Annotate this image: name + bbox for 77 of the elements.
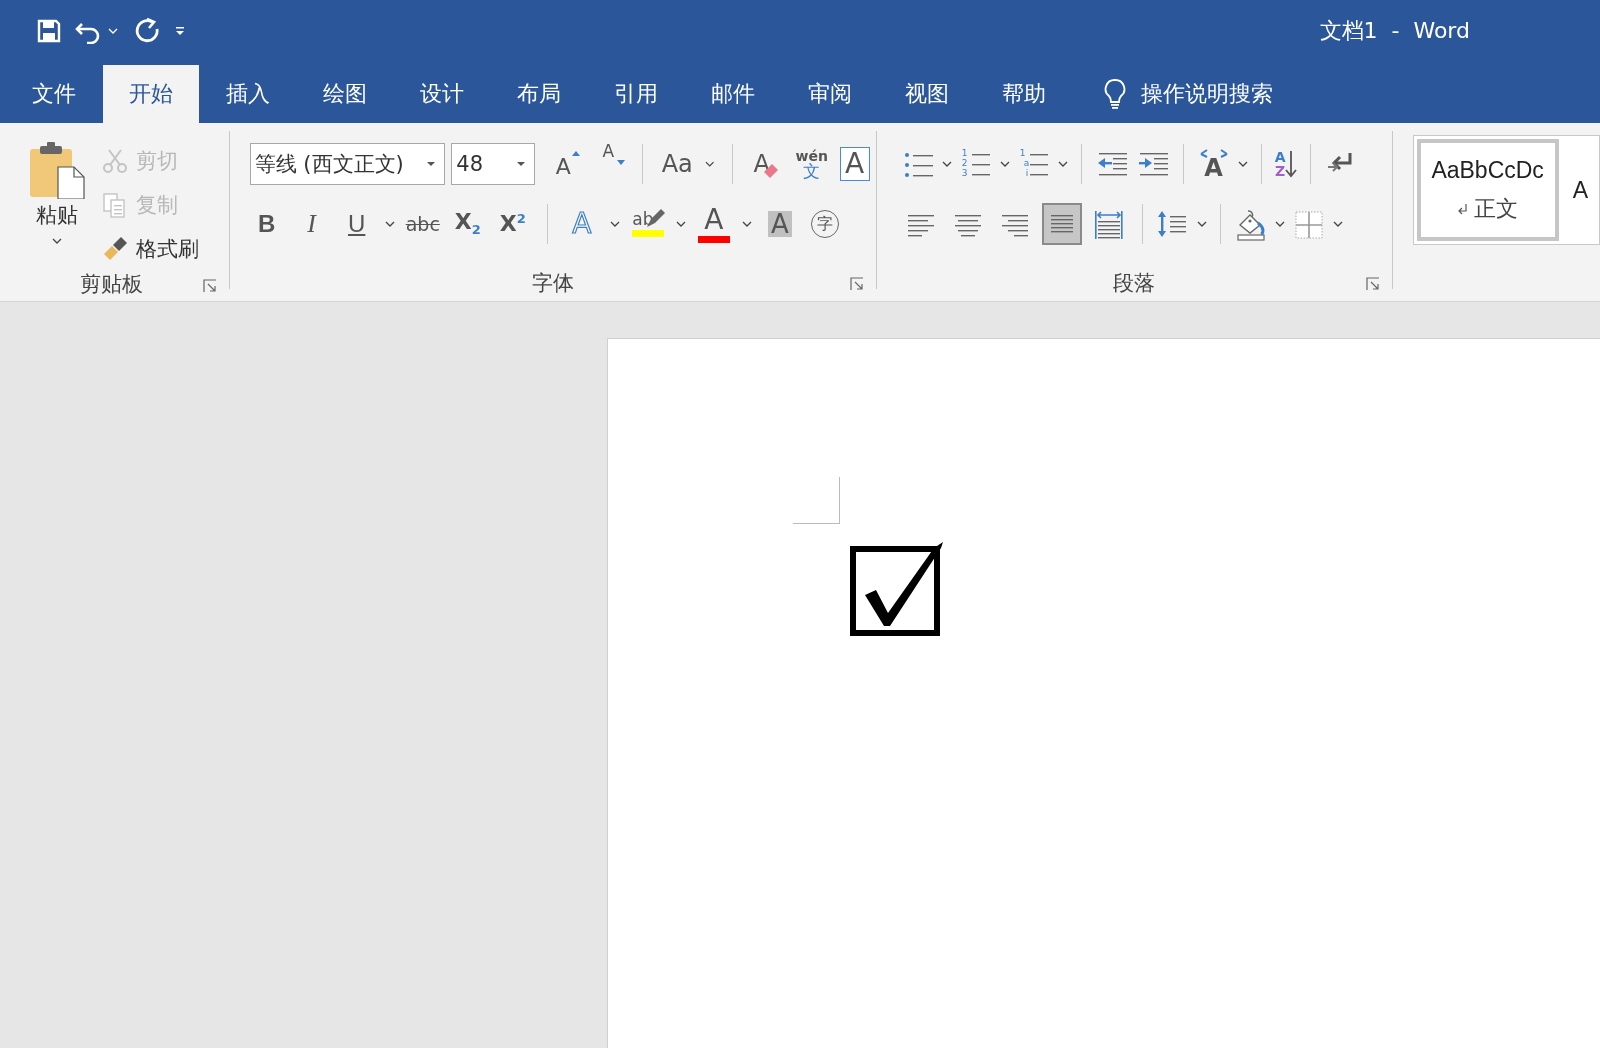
caret-icon[interactable] — [1237, 160, 1248, 168]
list-marker: a — [1023, 158, 1030, 168]
caret-icon[interactable] — [941, 160, 952, 168]
list-marker: 2 — [961, 158, 968, 168]
lightbulb-icon[interactable] — [1103, 78, 1127, 110]
dialog-launcher-icon[interactable] — [202, 279, 217, 293]
style-item[interactable]: AaBbCcDc 正文 — [1416, 139, 1559, 241]
caret-icon[interactable] — [1332, 220, 1343, 228]
save-icon[interactable] — [36, 18, 62, 44]
dropdown-arrow-icon[interactable] — [516, 161, 527, 167]
dropdown-arrow-icon[interactable] — [426, 161, 437, 167]
font-size-dropdown[interactable]: 48 — [451, 143, 536, 185]
caret-icon[interactable] — [52, 237, 62, 245]
list-marker: 1 — [961, 148, 968, 158]
paste-button[interactable]: 粘贴 — [28, 141, 86, 267]
ribbon-tab[interactable]: 邮件 — [685, 65, 781, 123]
style-name: 正文 — [1473, 194, 1518, 223]
clipboard-icon — [28, 141, 86, 199]
ribbon-tab[interactable]: 视图 — [879, 65, 975, 123]
shade-button[interactable]: A — [762, 203, 797, 245]
asian-layout-button[interactable]: A — [1196, 145, 1231, 183]
paragraph-return-icon — [1457, 202, 1468, 215]
sub-button[interactable]: X$_{2}$ — [450, 203, 485, 245]
style-item[interactable]: A — [1564, 139, 1596, 241]
ribbon-tab[interactable]: 开始 — [103, 65, 199, 123]
font-name-dropdown[interactable]: 等线 (西文正文) — [249, 143, 446, 185]
grow-button[interactable]: A — [546, 143, 581, 185]
ribbon-tab[interactable]: 设计 — [394, 65, 490, 123]
italic-button[interactable]: I — [294, 203, 329, 245]
triangle-icon — [572, 150, 581, 156]
ribbon-tab[interactable]: 插入 — [200, 65, 296, 123]
ribbon-tab[interactable]: 文件 — [6, 65, 102, 123]
caret-icon[interactable] — [384, 220, 395, 228]
color-button[interactable]: A — [696, 203, 731, 245]
caret-icon[interactable] — [741, 220, 752, 228]
dialog-launcher-icon[interactable] — [849, 277, 864, 291]
caret-icon[interactable] — [999, 160, 1010, 168]
dialog-launcher-icon[interactable] — [1365, 277, 1380, 291]
shrink-button[interactable]: A — [591, 143, 626, 185]
painter-button[interactable]: 格式刷 — [102, 231, 199, 267]
down-arrow-icon — [1285, 149, 1298, 179]
sup-button[interactable]: X$^{2}$ — [495, 203, 530, 245]
paintbrush-icon — [102, 236, 128, 262]
list-marker: i — [1025, 168, 1030, 178]
group-label: 剪贴板 — [79, 271, 143, 298]
group-label: 字体 — [531, 270, 574, 297]
caret-icon[interactable] — [1196, 220, 1207, 228]
tell-me-search[interactable]: 操作说明搜索 — [1141, 79, 1273, 109]
ribbon-tab[interactable]: 审阅 — [782, 65, 878, 123]
ribbon-tab[interactable]: 绘图 — [297, 65, 393, 123]
caret-icon[interactable] — [705, 160, 715, 168]
case-button[interactable]: Aa — [660, 143, 695, 185]
strike-button[interactable]: abc — [405, 203, 440, 245]
align-justify-button[interactable] — [1041, 203, 1082, 245]
ribbon-tab[interactable]: 布局 — [491, 65, 587, 123]
caret-icon[interactable] — [1274, 220, 1285, 228]
ribbon-tab[interactable]: 引用 — [588, 65, 684, 123]
list-marker: 1 — [1019, 148, 1027, 158]
margin-mark — [793, 477, 840, 524]
copy-icon — [102, 192, 128, 218]
sort-button[interactable]: A Z — [1274, 145, 1298, 183]
phonetic-button[interactable]: wén 文 — [794, 143, 829, 185]
double-arrow-icon — [1198, 148, 1229, 159]
customize-icon[interactable] — [174, 25, 186, 37]
group-label: 段落 — [1113, 270, 1156, 297]
triangle-icon — [617, 160, 626, 165]
border-button[interactable]: A — [839, 147, 870, 181]
caret-icon[interactable] — [1057, 160, 1068, 168]
scissors-icon — [102, 148, 128, 174]
redo-icon[interactable] — [134, 17, 162, 45]
window-title: 文档1 - Word — [1319, 17, 1470, 45]
underline-button[interactable]: U — [339, 203, 374, 245]
bold-button[interactable]: B — [249, 203, 284, 245]
caret-icon[interactable] — [609, 220, 620, 228]
ribbon-tab[interactable]: 帮助 — [976, 65, 1072, 123]
caret-icon[interactable] — [675, 220, 686, 228]
list-marker: 3 — [961, 168, 968, 178]
